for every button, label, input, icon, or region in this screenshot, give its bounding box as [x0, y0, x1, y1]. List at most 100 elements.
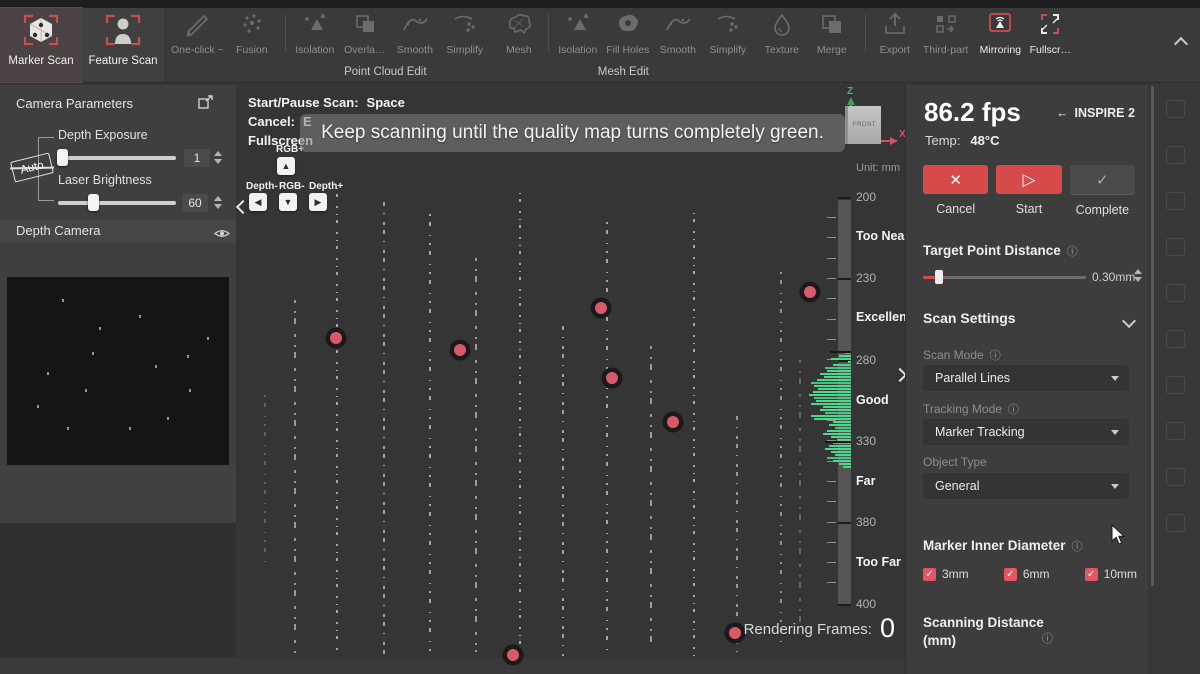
camera-adjust-keys: RGB+▲Depth-◀RGB-▼Depth+▶: [246, 144, 356, 216]
depth-camera-section[interactable]: Depth Camera: [0, 220, 236, 242]
side-tool-icon[interactable]: [1166, 422, 1185, 440]
isolation-button[interactable]: Isolation: [290, 8, 340, 56]
overla-button[interactable]: Overla…: [340, 8, 390, 56]
scale-tick: [827, 481, 836, 482]
scale-number: 380: [856, 515, 876, 529]
depth-pixel: [189, 389, 191, 392]
toolbar-group: ExportThird-part: [861, 8, 972, 82]
info-icon[interactable]: ⓘ: [1042, 630, 1053, 646]
arrow-right-key[interactable]: ▶: [309, 193, 327, 211]
detach-window-icon[interactable]: [198, 95, 214, 114]
third-part-button[interactable]: Third-part: [920, 8, 972, 56]
scan-mode-dropdown[interactable]: Parallel Lines: [923, 365, 1129, 391]
target-point-distance-value[interactable]: 0.30mm: [1092, 270, 1135, 284]
auto-exposure-button[interactable]: Auto: [10, 152, 54, 182]
toolbar-group-label: [861, 64, 972, 82]
start-button[interactable]: ▷: [996, 165, 1061, 194]
tab-feature-scan[interactable]: Feature Scan: [82, 8, 164, 82]
side-tool-icon[interactable]: [1166, 468, 1185, 486]
side-tool-icon[interactable]: [1166, 238, 1185, 256]
mirroring-button[interactable]: Mirroring: [975, 8, 1025, 56]
scan-action-buttons: ✕Cancel▷Start✓Complete: [923, 165, 1135, 217]
side-tool-icon[interactable]: [1166, 146, 1185, 164]
hotkey-key: Space: [367, 95, 405, 110]
target-point-distance-slider[interactable]: [923, 276, 1086, 279]
smooth-button[interactable]: Smooth: [390, 8, 440, 56]
target-point-distance-handle[interactable]: [935, 270, 943, 284]
isolation-button[interactable]: Isolation: [553, 8, 603, 56]
checkbox-label: 10mm: [1104, 567, 1137, 581]
checkbox-10mm[interactable]: ✓ 10mm: [1085, 567, 1137, 581]
checkbox-icon: ✓: [1085, 568, 1098, 581]
scale-unit-label: Unit: mm: [856, 162, 900, 174]
texture-button[interactable]: Texture: [757, 8, 807, 56]
pen-icon: [180, 10, 214, 43]
tab-label: Feature Scan: [88, 55, 157, 67]
scale-major-tick: [838, 522, 851, 524]
export-button[interactable]: Export: [870, 8, 920, 56]
tracking-mode-dropdown[interactable]: Marker Tracking: [923, 419, 1129, 445]
histogram-bar: [843, 466, 851, 468]
depth-exposure-slider[interactable]: [58, 156, 176, 160]
smooth-icon: [661, 10, 695, 43]
depth-key-label: Depth-: [246, 181, 278, 192]
laser-brightness-value[interactable]: 60: [182, 194, 208, 212]
depth-key-label: Depth+: [309, 181, 343, 192]
info-icon[interactable]: ⓘ: [1072, 541, 1083, 553]
eye-icon[interactable]: [214, 226, 230, 244]
side-tool-icon[interactable]: [1166, 330, 1185, 348]
info-icon[interactable]: ⓘ: [990, 350, 1001, 362]
tab-marker-scan[interactable]: Marker Scan: [0, 8, 82, 82]
fusion-button[interactable]: Fusion: [227, 8, 277, 56]
arrow-up-key[interactable]: ▲: [277, 157, 295, 175]
simplify-button[interactable]: Simplify: [703, 8, 753, 56]
scale-major-tick: [838, 197, 851, 199]
scale-zone-good: Good: [856, 393, 889, 407]
chevron-down-icon: [1111, 376, 1119, 381]
side-tool-icon[interactable]: [1166, 514, 1185, 532]
arrow-down-key[interactable]: ▼: [279, 193, 297, 211]
third-part-icon: [929, 10, 963, 43]
depth-exposure-handle[interactable]: [57, 149, 68, 166]
fill-holes-button[interactable]: Fill Holes: [603, 8, 653, 56]
toolbar-item-label: Fill Holes: [606, 44, 649, 56]
view-cube-front[interactable]: FRONT: [845, 106, 881, 144]
side-tool-icon[interactable]: [1166, 284, 1185, 302]
one-click-button[interactable]: One-click ~: [168, 8, 227, 56]
cancel-button[interactable]: ✕: [923, 165, 988, 194]
left-panel-collapse-button[interactable]: [234, 195, 252, 221]
smooth-button[interactable]: Smooth: [653, 8, 703, 56]
scan-settings-collapse[interactable]: [1124, 313, 1134, 331]
side-tool-icon[interactable]: [1166, 192, 1185, 210]
marker-inner-diameter-label: Marker Inner Diameterⓘ: [923, 538, 1083, 554]
side-tool-icon[interactable]: [1166, 100, 1185, 118]
depth-exposure-stepper[interactable]: [214, 151, 222, 164]
toolbar-item-label: Simplify: [709, 44, 746, 56]
info-icon[interactable]: ⓘ: [1008, 404, 1019, 416]
depth-exposure-value[interactable]: 1: [184, 149, 210, 167]
toolbar-item-label: Fusion: [236, 44, 268, 56]
laser-brightness-stepper[interactable]: [214, 196, 222, 209]
object-type-dropdown[interactable]: General: [923, 473, 1129, 499]
depth-range-scale: Unit: mm 200230280330380400Too NearExcel…: [820, 160, 908, 622]
mesh-button[interactable]: Mesh: [494, 8, 544, 56]
complete-button[interactable]: ✓: [1070, 165, 1135, 195]
scrollbar[interactable]: [1151, 86, 1154, 586]
info-icon[interactable]: ⓘ: [1067, 246, 1078, 258]
laser-brightness-slider[interactable]: [58, 201, 176, 205]
toolbar-group-label: [168, 64, 277, 82]
start-action: ▷Start: [996, 165, 1061, 217]
target-point-distance-stepper[interactable]: [1134, 269, 1142, 282]
scale-tick: [827, 237, 836, 238]
target-point-distance-label: Target Point Distanceⓘ: [923, 243, 1078, 259]
checkbox-3mm[interactable]: ✓3mm: [923, 567, 969, 581]
toolbar-collapse-button[interactable]: [1176, 36, 1186, 54]
simplify-button[interactable]: Simplify: [440, 8, 490, 56]
merge-button[interactable]: Merge: [807, 8, 857, 56]
device-back-link[interactable]: ←INSPIRE 2: [1056, 106, 1135, 120]
side-tool-icon[interactable]: [1166, 376, 1185, 394]
checkbox-6mm[interactable]: ✓6mm: [1004, 567, 1050, 581]
laser-brightness-handle[interactable]: [88, 194, 99, 211]
scan-mode-label: Scan Modeⓘ: [923, 347, 1001, 363]
fullscr-button[interactable]: Fullscr…: [1025, 8, 1075, 56]
